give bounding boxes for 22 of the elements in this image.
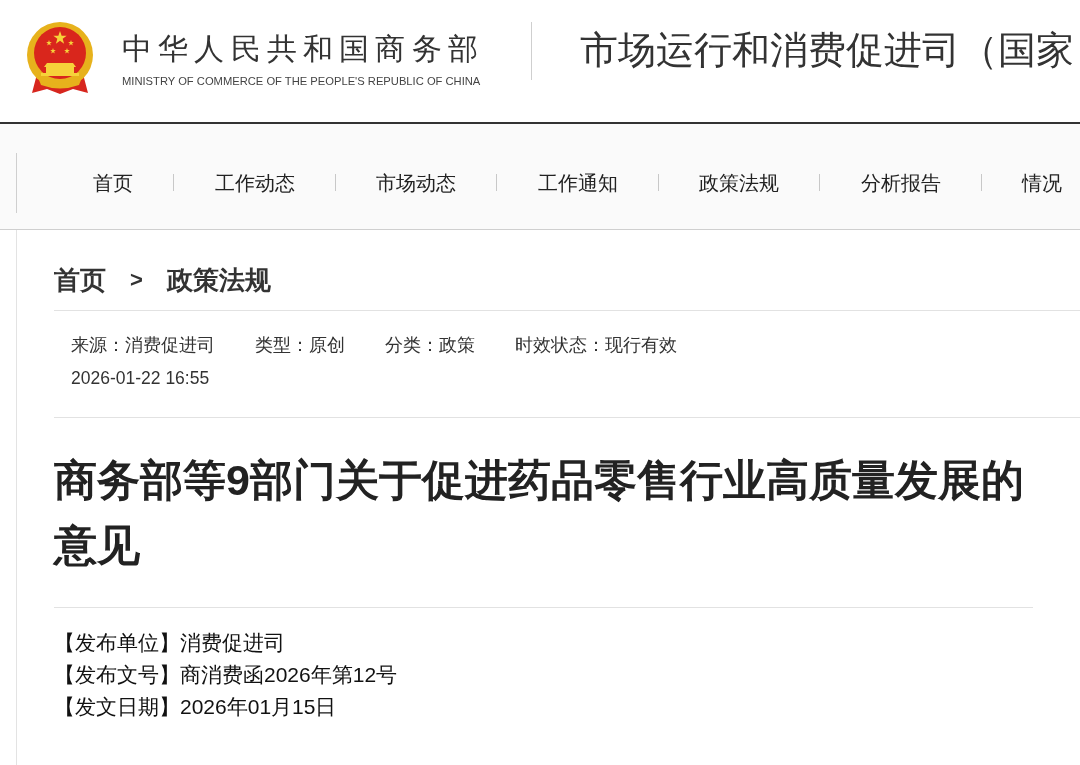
publish-date: 2026-01-22 16:55	[71, 367, 210, 390]
nav-link[interactable]: 工作通知	[537, 169, 618, 196]
meta-field: 来源：消费促进司	[71, 329, 215, 362]
info-line: 【发布文号】商消费函2026年第12号	[54, 662, 398, 688]
meta-field: 类型：原创	[255, 329, 345, 362]
nav-link[interactable]: 市场动态	[376, 169, 456, 196]
meta-field: 分类：政策	[385, 329, 475, 362]
nav-link[interactable]: 工作动态	[214, 169, 295, 196]
department-title: 市场运行和消费促进司（国家	[580, 28, 1074, 73]
breadcrumb-link[interactable]: 首页	[54, 263, 106, 297]
ministry-name: 中华人民共和国商务部	[122, 31, 484, 67]
article-title: 商务部等9部门关于促进药品零售行业高质量发展的意见	[54, 455, 1025, 571]
breadcrumb-separator: >	[130, 266, 143, 294]
breadcrumb-link[interactable]: 政策法规	[166, 263, 271, 297]
nav-link[interactable]: 政策法规	[699, 169, 779, 196]
nav-link[interactable]: 情况	[1022, 169, 1062, 196]
info-line: 【发布单位】消费促进司	[54, 630, 285, 656]
nav-link[interactable]: 首页	[93, 169, 133, 196]
info-line: 【发文日期】2026年01月15日	[54, 694, 337, 720]
nav-link[interactable]: 分析报告	[860, 169, 941, 196]
ministry-name-english: MINISTRY OF COMMERCE OF THE PEOPLE'S REPUBLIC OF CHINA	[122, 74, 481, 88]
meta-field: 时效状态：现行有效	[515, 329, 677, 362]
